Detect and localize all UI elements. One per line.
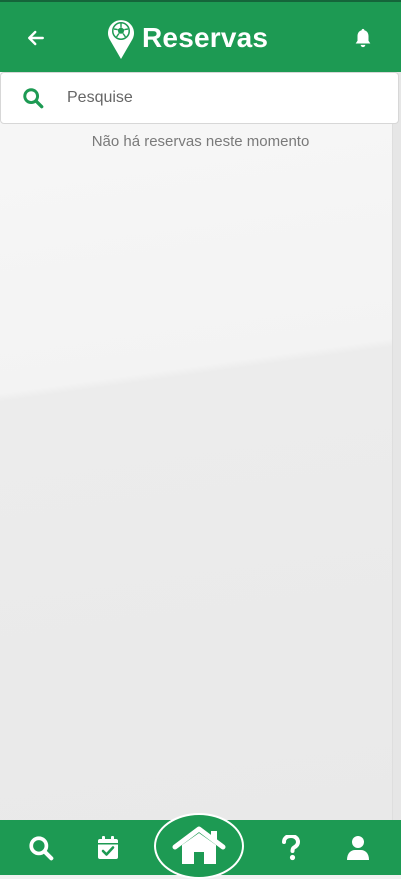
bell-icon bbox=[355, 28, 371, 48]
arrow-left-icon bbox=[28, 30, 44, 46]
empty-state-message: Não há reservas neste momento bbox=[91, 133, 310, 150]
user-icon bbox=[347, 835, 369, 860]
search-input[interactable] bbox=[65, 77, 369, 119]
search-icon bbox=[23, 88, 44, 109]
bottom-navigation bbox=[0, 813, 401, 879]
brand: Reservas bbox=[106, 16, 268, 60]
calendar-check-icon bbox=[98, 835, 118, 859]
nav-search-button[interactable] bbox=[16, 820, 66, 875]
nav-home-button[interactable] bbox=[154, 813, 244, 879]
back-button[interactable] bbox=[20, 22, 52, 54]
page-title: Reservas bbox=[142, 22, 269, 53]
search-icon bbox=[29, 835, 54, 860]
content-background bbox=[0, 72, 401, 820]
question-icon bbox=[282, 834, 300, 860]
nav-reservations-button[interactable] bbox=[83, 820, 133, 875]
nav-help-button[interactable] bbox=[266, 820, 316, 875]
notifications-button[interactable] bbox=[349, 24, 377, 52]
search-bar bbox=[0, 72, 399, 124]
app-header: Reservas bbox=[0, 0, 401, 72]
search-icon-wrap bbox=[1, 87, 65, 109]
soccer-ball-pin-icon bbox=[108, 20, 134, 59]
nav-profile-button[interactable] bbox=[333, 820, 383, 875]
home-icon bbox=[172, 826, 226, 864]
